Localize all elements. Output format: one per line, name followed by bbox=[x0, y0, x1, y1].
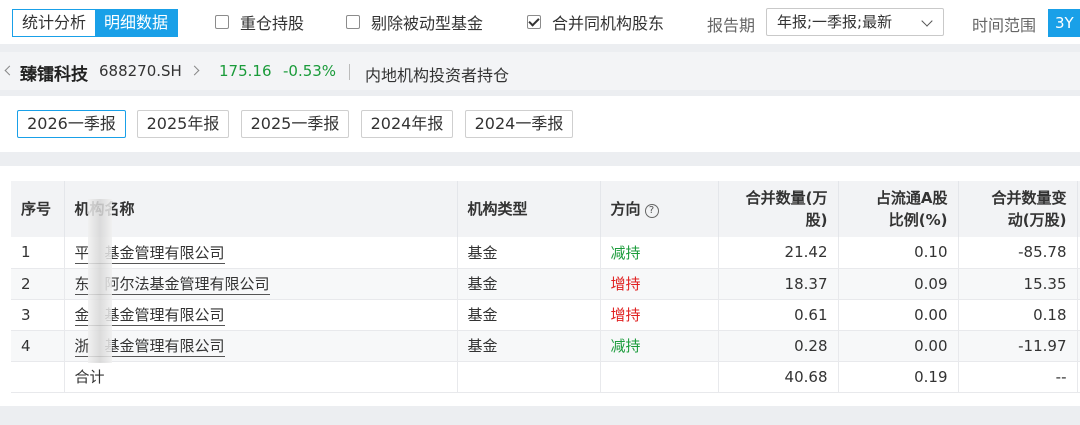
chevron-right-icon[interactable] bbox=[189, 65, 200, 76]
header-direction[interactable]: 方向? bbox=[600, 181, 719, 237]
header-type[interactable]: 机构类型 bbox=[457, 181, 601, 237]
chevron-left-icon[interactable] bbox=[4, 65, 15, 76]
view-mode-switch: 统计分析 明细数据 bbox=[12, 9, 179, 37]
table-row: 2 东 阿尔法基金管理有限公司 基金 增持 18.37 0.09 15.35 bbox=[11, 268, 1080, 299]
cell-type: 基金 bbox=[457, 268, 601, 299]
header-line: 比例(%) bbox=[888, 211, 948, 229]
cell-change: 0.18 bbox=[958, 299, 1078, 330]
header-direction-label: 方向 bbox=[610, 200, 641, 218]
cell-institution[interactable]: 金 基金管理有限公司 bbox=[64, 299, 458, 330]
cell-ratio: 0.00 bbox=[838, 330, 959, 361]
checkbox-label: 剔除被动型基金 bbox=[371, 14, 484, 33]
header-line: 股) bbox=[805, 211, 828, 229]
cell-change: -11.97 bbox=[958, 330, 1078, 361]
table-header-row: 序号 机构名称 机构类型 方向? 合并数量(万股) 占流通A股比例(%) 合并数… bbox=[11, 181, 1080, 237]
cell-institution[interactable]: 浙 基金管理有限公司 bbox=[64, 330, 458, 361]
table-row: 3 金 基金管理有限公司 基金 增持 0.61 0.00 0.18 bbox=[11, 299, 1080, 330]
tab-2025-annual[interactable]: 2025年报 bbox=[137, 110, 229, 138]
stock-change: -0.53% bbox=[283, 62, 337, 80]
tab-2026-q1[interactable]: 2026一季报 bbox=[17, 110, 126, 138]
exclude-passive-checkbox[interactable]: 剔除被动型基金 bbox=[346, 12, 484, 33]
cell-type: 基金 bbox=[457, 237, 601, 268]
tab-details[interactable]: 明细数据 bbox=[95, 10, 178, 36]
cell-index bbox=[11, 361, 65, 392]
header-line: 占流通A股 bbox=[875, 189, 948, 207]
header-index[interactable]: 序号 bbox=[11, 181, 65, 237]
stock-code: 688270.SH bbox=[99, 62, 182, 80]
cell-total-quantity: 40.68 bbox=[718, 361, 839, 392]
page-title: 内地机构投资者持仓 bbox=[365, 66, 510, 85]
cell-institution[interactable]: 平 基金管理有限公司 bbox=[64, 237, 458, 268]
period-tabs: 2026一季报 2025年报 2025一季报 2024年报 2024一季报 bbox=[0, 96, 1080, 152]
cell-change: 15.35 bbox=[958, 268, 1078, 299]
divider bbox=[0, 44, 1080, 52]
table-row: 1 平 基金管理有限公司 基金 减持 21.42 0.10 -85.78 bbox=[11, 237, 1080, 268]
period-label: 报告期 bbox=[707, 16, 756, 35]
header-change[interactable]: 合并数量变动(万股) bbox=[958, 181, 1078, 237]
cell-quantity: 0.61 bbox=[718, 299, 839, 330]
header-quantity[interactable]: 合并数量(万股) bbox=[718, 181, 839, 237]
header-line: 合并数量(万 bbox=[745, 189, 828, 207]
help-icon[interactable]: ? bbox=[644, 204, 659, 218]
cell-quantity: 18.37 bbox=[718, 268, 839, 299]
tab-2025-q1[interactable]: 2025一季报 bbox=[241, 110, 349, 138]
cell-direction: 减持 bbox=[600, 237, 719, 268]
cell-index: 1 bbox=[11, 237, 65, 268]
merge-holders-checkbox[interactable]: 合并同机构股东 bbox=[527, 12, 665, 33]
stock-price: 175.16 bbox=[219, 62, 272, 80]
cell-index: 2 bbox=[11, 268, 65, 299]
cell-direction: 增持 bbox=[600, 299, 719, 330]
divider bbox=[0, 152, 1080, 166]
stock-name: 臻镭科技 bbox=[20, 65, 88, 85]
checkbox-box bbox=[215, 15, 229, 29]
cell-change: -85.78 bbox=[958, 237, 1078, 268]
cell-total-label: 合计 bbox=[64, 361, 458, 392]
cell-index: 3 bbox=[11, 299, 65, 330]
table-total-row: 合计 40.68 0.19 -- bbox=[11, 361, 1080, 392]
tab-2024-annual[interactable]: 2024年报 bbox=[361, 110, 453, 138]
table-row: 4 浙 基金管理有限公司 基金 减持 0.28 0.00 -11.97 bbox=[11, 330, 1080, 361]
header-ratio[interactable]: 占流通A股比例(%) bbox=[838, 181, 959, 237]
time-range-button[interactable]: 3Y bbox=[1048, 9, 1080, 37]
chevron-down-icon bbox=[921, 15, 933, 27]
period-select[interactable]: 年报;一季报;最新 bbox=[766, 8, 944, 36]
cell-quantity: 21.42 bbox=[718, 237, 839, 268]
cell-index: 4 bbox=[11, 330, 65, 361]
cell-type: 基金 bbox=[457, 299, 601, 330]
holdings-table-panel: 序号 机构名称 机构类型 方向? 合并数量(万股) 占流通A股比例(%) 合并数… bbox=[0, 166, 1080, 406]
tab-2024-q1[interactable]: 2024一季报 bbox=[465, 110, 573, 138]
cell-type bbox=[457, 361, 601, 392]
cell-direction: 减持 bbox=[600, 330, 719, 361]
cell-ratio: 0.00 bbox=[838, 299, 959, 330]
cell-ratio: 0.09 bbox=[838, 268, 959, 299]
tab-statistics[interactable]: 统计分析 bbox=[13, 10, 96, 36]
holdings-table: 序号 机构名称 机构类型 方向? 合并数量(万股) 占流通A股比例(%) 合并数… bbox=[11, 181, 1080, 393]
cell-type: 基金 bbox=[457, 330, 601, 361]
header-line: 合并数量变 bbox=[991, 189, 1067, 207]
cell-total-ratio: 0.19 bbox=[838, 361, 959, 392]
cell-quantity: 0.28 bbox=[718, 330, 839, 361]
heavy-holding-checkbox[interactable]: 重仓持股 bbox=[215, 12, 305, 33]
checkbox-box-checked bbox=[527, 15, 541, 29]
header-line: 动(万股) bbox=[1007, 211, 1067, 229]
divider bbox=[349, 64, 350, 80]
cell-institution[interactable]: 东 阿尔法基金管理有限公司 bbox=[64, 268, 458, 299]
checkbox-box bbox=[346, 15, 360, 29]
cell-direction: 增持 bbox=[600, 268, 719, 299]
checkbox-label: 重仓持股 bbox=[240, 14, 305, 33]
cell-ratio: 0.10 bbox=[838, 237, 959, 268]
filter-toolbar: 统计分析 明细数据 重仓持股 剔除被动型基金 合并同机构股东 报告期 年报;一季… bbox=[0, 0, 1080, 44]
divider bbox=[0, 406, 1080, 425]
period-select-value: 年报;一季报;最新 bbox=[777, 13, 893, 31]
cell-direction bbox=[600, 361, 719, 392]
time-range-label: 时间范围 bbox=[972, 16, 1037, 35]
stock-header: 臻镭科技 688270.SH 175.16 -0.53% 内地机构投资者持仓 bbox=[0, 52, 1080, 90]
cell-total-change: -- bbox=[958, 361, 1078, 392]
header-institution[interactable]: 机构名称 bbox=[64, 181, 458, 237]
redaction-mask bbox=[88, 199, 112, 363]
checkbox-label: 合并同机构股东 bbox=[552, 14, 665, 33]
